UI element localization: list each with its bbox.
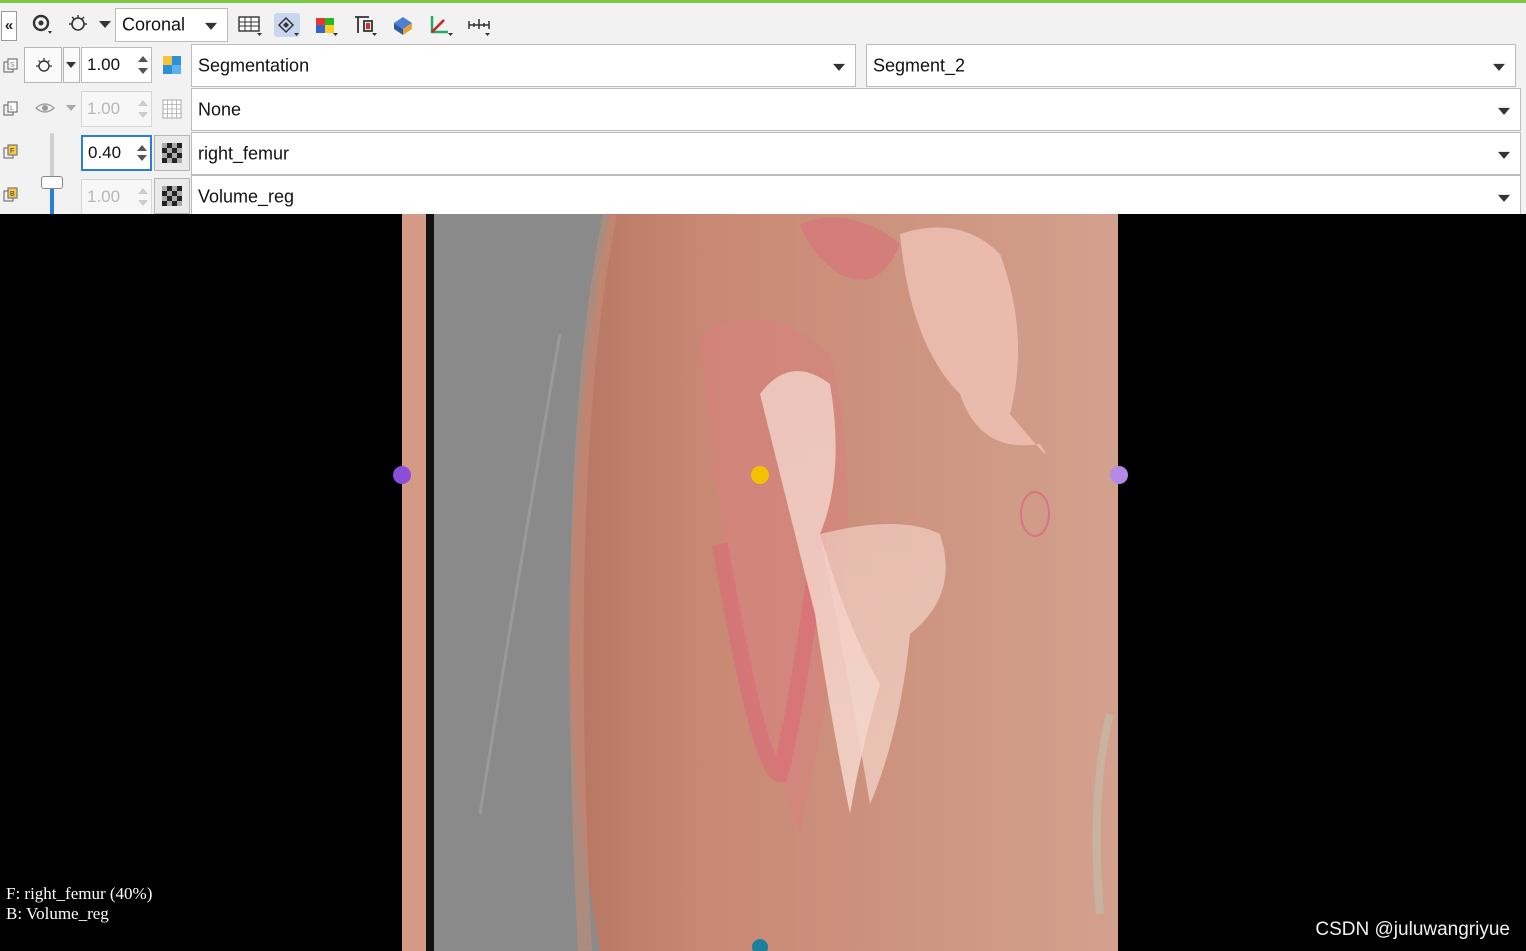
spin-down-icon[interactable] xyxy=(138,112,148,118)
outline-volume-selector[interactable]: None xyxy=(191,88,1521,131)
checker-icon xyxy=(162,186,182,206)
orientation-selector[interactable]: Coronal xyxy=(115,8,228,42)
foreground-thumbnail-button[interactable] xyxy=(154,135,190,171)
slider-handle[interactable] xyxy=(41,176,63,189)
svg-text:F: F xyxy=(10,148,14,155)
chevron-down-icon xyxy=(1498,194,1510,202)
outline-opacity-spinbox[interactable]: 1.00 xyxy=(81,91,152,127)
eye-icon xyxy=(36,58,52,72)
chevron-down-icon xyxy=(1498,151,1510,159)
slice-view[interactable]: F: right_femur (40%) B: Volume_reg CSDN … xyxy=(0,214,1526,951)
foreground-link-icon[interactable]: F xyxy=(3,144,19,160)
ruler-icon[interactable] xyxy=(467,13,493,37)
slice-controller: « Coronal S 1.00 Segmentation Segment_2 … xyxy=(0,0,1526,218)
label-opacity-spinbox[interactable]: 1.00 xyxy=(81,47,152,83)
spin-up-icon[interactable] xyxy=(138,56,148,62)
outline-volume-value: None xyxy=(198,99,242,119)
label-visibility-button[interactable] xyxy=(24,47,62,83)
slice-layout-icon[interactable] xyxy=(237,13,263,37)
spin-up-icon[interactable] xyxy=(138,100,148,106)
background-opacity-spinbox[interactable]: 1.00 xyxy=(81,179,152,215)
link-icon[interactable] xyxy=(30,13,56,37)
foreground-volume-value: right_femur xyxy=(198,143,290,163)
label-volume-selector[interactable]: Segmentation xyxy=(191,44,856,87)
svg-text:L: L xyxy=(10,105,14,112)
sync-pan-icon[interactable] xyxy=(274,13,300,37)
label-visibility-menu-button[interactable] xyxy=(63,47,80,83)
segment-value: Segment_2 xyxy=(873,55,966,75)
foreground-opacity-spinbox[interactable]: 0.40 xyxy=(81,135,152,171)
center-handle-marker[interactable] xyxy=(751,466,769,484)
crosshair-icon[interactable] xyxy=(428,13,454,37)
orientation-value: Coronal xyxy=(122,14,186,35)
spin-down-icon[interactable] xyxy=(138,68,148,74)
chevron-down-icon xyxy=(1498,107,1510,115)
eye-icon[interactable] xyxy=(66,13,92,37)
background-volume-selector[interactable]: Volume_reg xyxy=(191,175,1521,218)
chevron-down-icon xyxy=(833,63,845,71)
segmentation-icon[interactable] xyxy=(161,54,183,76)
foreground-volume-selector[interactable]: right_femur xyxy=(191,132,1521,175)
foreground-annotation: F: right_femur (40%) xyxy=(6,884,153,903)
collapse-button[interactable]: « xyxy=(1,11,17,41)
fg-bg-blend-slider[interactable] xyxy=(41,133,63,217)
background-thumbnail-button[interactable] xyxy=(154,178,190,214)
background-volume-value: Volume_reg xyxy=(198,186,295,206)
slice-toolbar: « Coronal xyxy=(0,6,1526,42)
grid-icon[interactable] xyxy=(161,98,183,120)
interpolation-icon[interactable] xyxy=(352,13,378,37)
watermark: CSDN @juluwangriyue xyxy=(1315,919,1510,940)
volume-3d-icon[interactable] xyxy=(313,13,339,37)
spin-up-icon[interactable] xyxy=(138,188,148,194)
spin-down-icon[interactable] xyxy=(138,200,148,206)
chevron-down-icon xyxy=(66,62,76,68)
outline-link-icon[interactable]: L xyxy=(3,101,19,117)
label-volume-value: Segmentation xyxy=(198,55,310,75)
checker-icon xyxy=(162,143,182,163)
background-annotation: B: Volume_reg xyxy=(6,904,109,923)
chevron-down-icon xyxy=(1493,63,1505,71)
label-opacity-value: 1.00 xyxy=(87,55,121,74)
eye-dropdown-arrow-icon[interactable] xyxy=(99,21,111,28)
spin-up-icon[interactable] xyxy=(137,145,147,151)
left-handle-marker[interactable] xyxy=(393,466,411,484)
label-link-icon[interactable]: S xyxy=(3,58,19,74)
spin-down-icon[interactable] xyxy=(137,155,147,161)
svg-text:B: B xyxy=(10,191,15,198)
svg-text:S: S xyxy=(10,62,15,69)
reformat-icon[interactable] xyxy=(391,13,417,37)
chevron-down-icon[interactable] xyxy=(66,105,76,111)
background-opacity-value: 1.00 xyxy=(87,187,121,206)
ct-slice-image xyxy=(393,214,1128,951)
background-link-icon[interactable]: B xyxy=(3,187,19,203)
outline-opacity-value: 1.00 xyxy=(87,99,121,118)
segment-selector[interactable]: Segment_2 xyxy=(866,44,1516,87)
chevron-down-icon xyxy=(205,22,217,30)
right-handle-marker[interactable] xyxy=(1110,466,1128,484)
eye-icon[interactable] xyxy=(34,99,56,117)
foreground-opacity-value: 0.40 xyxy=(88,143,122,162)
